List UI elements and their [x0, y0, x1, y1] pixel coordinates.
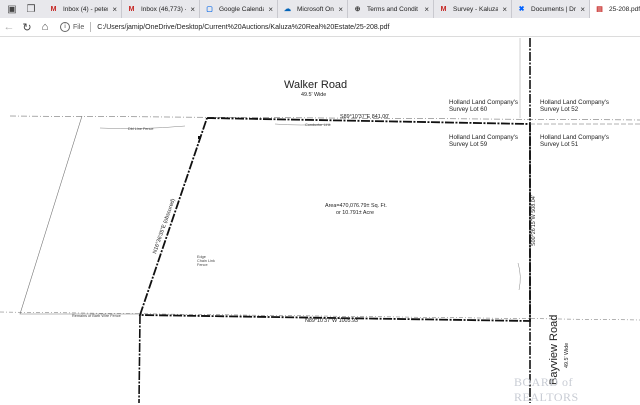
walker-road-label: Walker Road: [284, 79, 348, 91]
tab-7[interactable]: ✖ Documents | Dro ×: [512, 0, 590, 18]
fence-note-remains: Remains of Barb Wire Fence: [72, 314, 121, 318]
close-tab-icon[interactable]: ×: [338, 5, 343, 14]
tab-list: M Inbox (4) - peter × M Inbox (46,773) - j × ▢…: [44, 0, 640, 18]
pdf-icon: ▤: [596, 6, 603, 13]
tab-6[interactable]: M Survey - Kaluza ×: [434, 0, 512, 18]
tab-title: Google Calendar: [219, 5, 265, 13]
url-field[interactable]: i File C:/Users/jamip/OneDrive/Desktop/C…: [60, 20, 389, 35]
corner-monument: [198, 136, 201, 139]
lot-52-line2: Survey Lot 52: [540, 106, 579, 114]
lot-59-line1: Holland Land Company's: [449, 134, 518, 141]
calendar-icon: ▢: [206, 6, 213, 13]
info-icon[interactable]: i: [60, 22, 70, 32]
tab-3[interactable]: ▢ Google Calendar ×: [200, 0, 278, 18]
gmail-icon: M: [128, 5, 135, 13]
lot-60-label: Holland Land Company's Survey Lot 60: [449, 99, 518, 113]
tab-4[interactable]: ☁ Microsoft OneDri ×: [278, 0, 348, 18]
lot-60-line2: Survey Lot 60: [449, 106, 488, 114]
close-tab-icon[interactable]: ×: [112, 5, 117, 14]
area-acre: or 10.791± Acre: [336, 210, 375, 216]
tab-actions-icon[interactable]: ❐: [24, 2, 38, 16]
globe-icon: ⊕: [354, 6, 361, 13]
fence-leader-east: [517, 262, 521, 291]
lot-60-line1: Holland Land Company's: [449, 99, 518, 106]
tab-strip: ▣ ❐ M Inbox (4) - peter × M Inbox (46,773) -…: [0, 0, 640, 18]
bayview-road-width: 49.5' Wide: [564, 342, 570, 368]
close-tab-icon[interactable]: ×: [580, 5, 585, 14]
url-separator: [90, 22, 92, 32]
realtors-watermark: BOARD of REALTORS: [514, 375, 579, 404]
pdf-viewer[interactable]: Walker Road 49.5' Wide Bayview Road 49.5…: [0, 38, 640, 404]
refresh-button[interactable]: ↻: [18, 18, 36, 37]
tab-title: Microsoft OneDri: [297, 5, 334, 13]
close-tab-icon[interactable]: ×: [424, 5, 429, 14]
conductor-note: Conductor Line: [305, 123, 331, 127]
lot-59-label: Holland Land Company's Survey Lot 59: [449, 134, 518, 148]
east-bearing: S00°26'15"W 508.04': [531, 195, 537, 246]
back-button[interactable]: ←: [0, 18, 18, 37]
lot-51-line2: Survey Lot 51: [540, 141, 579, 149]
lot-52-line1: Holland Land Company's: [540, 99, 609, 106]
lot-51-line1: Holland Land Company's: [540, 134, 609, 141]
tab-5[interactable]: ⊕ Terms and Condit ×: [348, 0, 434, 18]
close-tab-icon[interactable]: ×: [190, 5, 195, 14]
gmail-icon: M: [50, 5, 57, 13]
home-button[interactable]: ⌂: [36, 18, 54, 37]
close-tab-icon[interactable]: ×: [268, 5, 273, 14]
tab-title: 25-208.pdf: [609, 5, 640, 13]
tab-title: Inbox (4) - peter: [63, 5, 109, 13]
area-sqft: Area=470,076.79± Sq. Ft.: [325, 203, 387, 209]
tab-title: Documents | Dro: [531, 5, 577, 13]
tab-2[interactable]: M Inbox (46,773) - j ×: [122, 0, 200, 18]
south-bearing: N89°10'37"W 1005.93': [305, 318, 360, 324]
tab-title: Inbox (46,773) - j: [141, 5, 187, 13]
tab-1[interactable]: M Inbox (4) - peter ×: [44, 0, 122, 18]
parcel-boundary: [138, 117, 531, 322]
adjacent-parcel-line: [19, 115, 140, 315]
fence-note-west: Edge Chain Link Fence: [197, 255, 215, 267]
tab-title: Terms and Condit: [367, 5, 418, 13]
lot-51-label: Holland Land Company's Survey Lot 51: [540, 134, 609, 148]
fence-note-north: Dbl Line Fence: [128, 127, 154, 131]
tab-title: Survey - Kaluza: [453, 5, 499, 13]
url-scheme: File: [73, 23, 85, 31]
gmail-icon: M: [440, 5, 447, 13]
url-text: C:/Users/jamip/OneDrive/Desktop/Current%…: [97, 23, 390, 31]
lot-52-label: Holland Land Company's Survey Lot 52: [540, 99, 609, 113]
close-tab-icon[interactable]: ×: [502, 5, 507, 14]
walker-road-width: 49.5' Wide: [301, 92, 327, 98]
address-bar: ← ↻ ⌂ i File C:/Users/jamip/OneDrive/Des…: [0, 18, 640, 37]
west-extension-line: [138, 314, 141, 403]
tab-8[interactable]: ▤25-208.pdf×: [590, 0, 640, 18]
onedrive-icon: ☁: [284, 6, 291, 13]
north-bearing: S89°10'37"E 841.00': [340, 114, 390, 120]
lot-59-line2: Survey Lot 59: [449, 141, 488, 149]
workspaces-icon[interactable]: ▣: [5, 2, 19, 16]
dropbox-icon: ✖: [518, 6, 525, 13]
